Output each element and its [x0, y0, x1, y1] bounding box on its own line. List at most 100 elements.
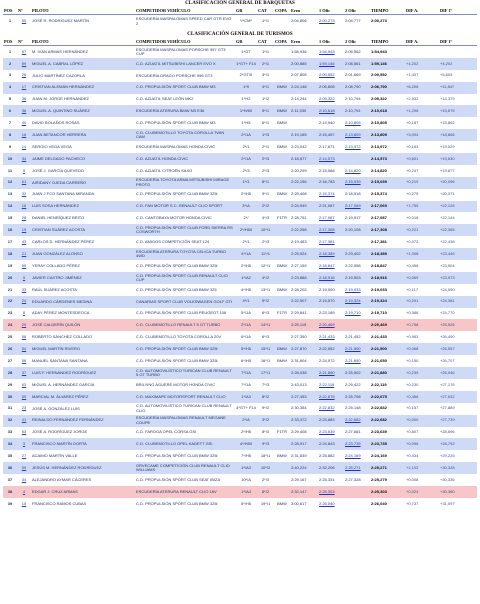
final-time-cell: 2:00,552 [370, 69, 405, 82]
diff-previous-cell: +0,187 [405, 117, 439, 130]
category-cell: 9*/3 [257, 438, 274, 451]
car-number-link[interactable]: 23 [17, 402, 31, 415]
driver-name-cell: JOSÉ CALDERÍN QUILÓN [31, 319, 135, 332]
car-number-link[interactable]: 26 [17, 69, 31, 82]
official-1-time-cell: 2:25,303 [318, 485, 344, 498]
official-1-time-cell: 2:18,847 [318, 260, 344, 272]
official-2-time-cell: 2:04,777 [344, 14, 370, 28]
column-header-gr: GR [235, 38, 257, 46]
diff-previous-cell: +0,000 [405, 414, 439, 427]
competitor-vehicle-cell: C.D. PROPULSIÓN SPORT CLUB BMW 325i [135, 497, 235, 510]
driver-name-cell: JUAN GONZÁLEZ ALONSO [31, 248, 135, 261]
car-number-link[interactable]: 40 [17, 117, 31, 130]
driver-name-cell: MIGUEL A. QUINTINO SUÁREZ [31, 105, 135, 118]
car-number-link[interactable]: 9 [17, 164, 31, 177]
column-header-cat: CAT [257, 38, 274, 46]
car-number-link[interactable]: 8 [17, 307, 31, 320]
car-number-link[interactable]: 43 [17, 236, 31, 249]
group-cell: 1*/A3 [235, 462, 257, 475]
car-number-link[interactable]: 33 [17, 283, 31, 296]
car-number-link[interactable]: 27 [17, 450, 31, 463]
official-2-time-cell: 2:24,169 [344, 450, 370, 463]
driver-name-cell: LUIS F. HERNÁNDEZ RODRÍGUEZ [31, 367, 135, 379]
competitor-vehicle-cell: BRILYING AGUERE MOTOR HONDA CIVIC [135, 378, 235, 391]
car-number-link[interactable]: 37 [17, 367, 31, 379]
driver-name-cell: CRISTIAN ALEMÁN HERNÁNDEZ [31, 81, 135, 94]
competitor-vehicle-cell: ESCUDERÍA ATERURA RENAULT CLIO 16V [135, 485, 235, 498]
car-number-link[interactable]: 4 [17, 485, 31, 498]
official-1-time-cell: 2:10,618 [318, 105, 344, 118]
car-number-link[interactable]: 54 [17, 343, 31, 356]
car-number-link[interactable]: 67 [17, 45, 31, 58]
position-cell: 26 [3, 343, 17, 356]
car-number-link[interactable]: 21 [17, 248, 31, 261]
car-number-link[interactable]: 63 [17, 378, 31, 391]
final-time-cell: 2:18,389 [370, 248, 405, 261]
training-time-cell: 2:20,299 [290, 164, 318, 177]
diff-previous-cell: +0,117 [405, 283, 439, 296]
final-time-cell: 2:19,324 [370, 295, 405, 308]
car-number-link[interactable]: 50 [17, 14, 31, 28]
car-number-link[interactable]: 24 [17, 295, 31, 308]
official-1-time-cell: 2:16,783 [318, 176, 344, 189]
training-time-cell: 2:28,791 [290, 212, 318, 225]
diff-leader-cell: +22,144 [439, 212, 477, 225]
training-time-cell: 2:43,013 [290, 378, 318, 391]
car-number-link[interactable]: 28 [17, 212, 31, 225]
group-cell: 2*/1A [235, 153, 257, 165]
position-cell: 6 [3, 105, 17, 118]
competitor-vehicle-cell: C.D. PROPULSIÓN SPORT CLUB BMW 325i [135, 343, 235, 356]
car-number-link[interactable]: 34 [17, 474, 31, 486]
group-cell: 5*/H5 [235, 343, 257, 356]
driver-name-cell: JOSÉ J. GARCÍA QUEVEDO [31, 164, 135, 177]
position-cell: 25 [3, 331, 17, 344]
competitor-vehicle-cell: ESCUDERÍA MASPALOMAS PORSCHE 997 GT3 CUP [135, 45, 235, 58]
cup-cell [274, 414, 290, 427]
final-time-cell: 2:22,119 [370, 378, 405, 391]
official-1-time-cell: 2:15,457 [318, 129, 344, 142]
car-number-link[interactable]: 89 [17, 57, 31, 70]
training-time-cell: 2:18,577 [290, 153, 318, 165]
car-number-link[interactable]: 5 [17, 271, 31, 284]
position-cell: 30 [3, 390, 17, 403]
result-row: 6 36 MIGUEL A. QUINTINO SUÁREZ ESCUDERÍA AT… [3, 105, 477, 118]
column-header-num: Nº [17, 38, 31, 46]
car-number-link[interactable]: 34 [17, 153, 31, 165]
car-number-link[interactable]: 38 [17, 93, 31, 106]
diff-leader-cell: +25,526 [439, 319, 477, 332]
car-number-link[interactable]: 3 [17, 438, 31, 451]
car-number-link[interactable]: 15 [17, 497, 31, 510]
car-number-link[interactable]: 59 [17, 462, 31, 475]
position-cell: 5 [3, 93, 17, 106]
car-number-link[interactable]: 18 [17, 200, 31, 213]
driver-name-cell: REINALDO FERNÁNDEZ FERNÁNDEZ [31, 414, 135, 427]
car-number-link[interactable]: 56 [17, 355, 31, 368]
official-1-time-cell: 1:54,943 [318, 45, 344, 58]
car-number-link[interactable]: 36 [17, 105, 31, 118]
group-cell: 6*/H5 [235, 355, 257, 368]
final-time-cell: 2:21,650 [370, 355, 405, 368]
car-number-link[interactable]: 16 [17, 129, 31, 142]
car-number-link[interactable]: 58 [17, 331, 31, 344]
car-number-link[interactable]: 55 [17, 260, 31, 272]
column-header-o1: 1 Ofic [318, 38, 344, 46]
car-number-link[interactable]: 29 [17, 319, 31, 332]
driver-name-cell: MIGUEL A. HERNÁNDEZ GARCÍA [31, 378, 135, 391]
category-cell: 2*/1 [257, 141, 274, 154]
car-number-link[interactable]: 61 [17, 176, 31, 189]
category-cell: 8*/1 [257, 176, 274, 189]
car-number-link[interactable]: 14 [17, 141, 31, 154]
cup-cell [274, 224, 290, 237]
diff-previous-cell: +0,157 [405, 402, 439, 415]
car-number-link[interactable]: 32 [17, 188, 31, 201]
car-number-link[interactable]: 69 [17, 390, 31, 403]
cup-cell: F1TR [274, 307, 290, 320]
training-time-cell: 2:24,148 [290, 81, 318, 94]
car-number-link[interactable]: 19 [17, 224, 31, 237]
position-cell: 23 [3, 307, 17, 320]
category-cell: 8*/2 [257, 485, 274, 498]
car-number-link[interactable]: 53 [17, 426, 31, 439]
final-time-cell: 2:14,820 [370, 164, 405, 177]
car-number-link[interactable]: 41 [17, 414, 31, 427]
car-number-link[interactable]: 17 [17, 81, 31, 94]
